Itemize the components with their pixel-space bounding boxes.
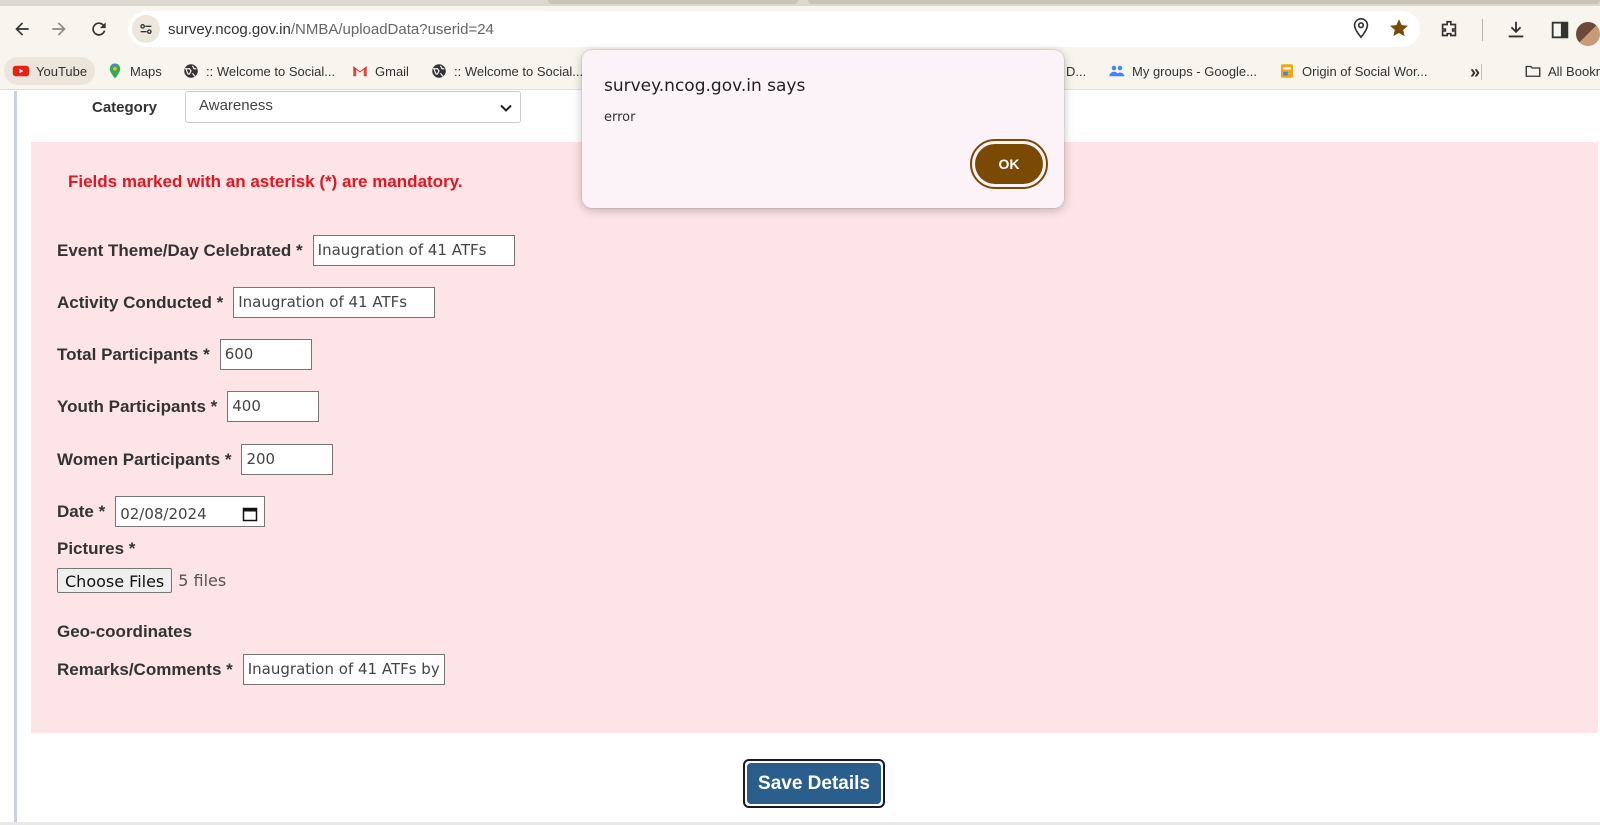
bookmarks-overflow-chevron-icon[interactable]: » — [1470, 62, 1480, 83]
remarks-row: Remarks/Comments * Inaugration of 41 ATF… — [57, 654, 445, 685]
bookmark-youtube[interactable]: YouTube — [4, 57, 96, 85]
event-theme-input[interactable]: Inaugration of 41 ATFs — [312, 235, 515, 266]
chevron-down-icon — [500, 104, 512, 112]
globe-icon — [430, 62, 448, 80]
forward-button[interactable] — [44, 14, 74, 44]
site-settings-icon[interactable] — [132, 15, 160, 43]
alert-dialog: survey.ncog.gov.in says error OK — [582, 50, 1064, 208]
bookmark-gmail[interactable]: Gmail — [343, 57, 417, 85]
bookmark-welcome-social-1[interactable]: :: Welcome to Social... — [174, 57, 343, 85]
mandatory-note: Fields marked with an asterisk (*) are m… — [68, 172, 463, 191]
activity-input[interactable]: Inaugration of 41 ATFs — [233, 287, 436, 318]
bookmark-maps[interactable]: Maps — [98, 57, 170, 85]
profile-avatar[interactable] — [1576, 22, 1600, 46]
choose-files-button[interactable]: Choose Files — [57, 568, 173, 593]
site-favicon — [1278, 62, 1296, 80]
selected-files-note: 5 files — [178, 571, 227, 590]
youtube-icon — [12, 62, 30, 80]
total-participants-row: Total Participants * 600 — [57, 339, 312, 370]
bookmarks-divider — [1481, 64, 1482, 80]
bookmark-star-icon[interactable] — [1388, 17, 1410, 39]
pictures-label: Pictures * — [57, 539, 136, 558]
women-participants-input[interactable]: 200 — [241, 444, 334, 475]
bookmark-welcome-social-2[interactable]: :: Welcome to Social... — [422, 57, 591, 85]
save-details-button[interactable]: Save Details — [747, 763, 881, 804]
calendar-icon[interactable] — [242, 506, 258, 522]
reload-icon — [92, 22, 106, 36]
url-text: survey.ncog.gov.in/NMBA/uploadData?useri… — [168, 21, 494, 38]
dialog-message: error — [604, 110, 636, 125]
address-bar[interactable]: survey.ncog.gov.in/NMBA/uploadData?useri… — [128, 11, 1420, 47]
date-row: Date * 02/08/2024 — [57, 496, 266, 527]
toolbar-divider — [1482, 19, 1483, 41]
back-button[interactable] — [7, 14, 37, 44]
arrow-right-icon — [52, 22, 66, 36]
folder-icon — [1524, 62, 1542, 80]
women-participants-label: Women Participants * — [57, 449, 232, 469]
geo-coordinates-row: Geo-coordinates — [57, 622, 192, 642]
date-value: 02/08/2024 — [120, 505, 207, 523]
globe-icon — [182, 62, 200, 80]
geo-coordinates-label: Geo-coordinates — [57, 622, 193, 641]
remarks-label: Remarks/Comments * — [57, 659, 233, 679]
bookmark-my-groups[interactable]: My groups - Google... — [1100, 57, 1265, 85]
event-theme-row: Event Theme/Day Celebrated * Inaugration… — [57, 235, 515, 266]
extensions-icon[interactable] — [1438, 19, 1460, 41]
remarks-input[interactable]: Inaugration of 41 ATFs by — [242, 654, 445, 685]
women-participants-row: Women Participants * 200 — [57, 444, 334, 475]
left-border — [14, 91, 17, 825]
bookmark-label: :: Welcome to Social... — [454, 63, 584, 79]
location-pin-icon[interactable] — [1350, 17, 1372, 39]
pictures-label-row: Pictures * — [57, 539, 135, 559]
bookmark-label: All Bookmarks — [1548, 63, 1600, 79]
browser-toolbar: survey.ncog.gov.in/NMBA/uploadData?useri… — [0, 6, 1600, 52]
download-icon[interactable] — [1505, 19, 1527, 41]
bookmark-origin-social-work[interactable]: Origin of Social Wor... — [1270, 57, 1435, 85]
ok-button-focus-ring: OK — [970, 139, 1048, 189]
form-panel: Fields marked with an asterisk (*) are m… — [31, 142, 1598, 733]
reload-button[interactable] — [84, 14, 114, 44]
total-participants-label: Total Participants * — [57, 344, 210, 364]
activity-row: Activity Conducted * Inaugration of 41 A… — [57, 287, 436, 318]
bookmark-label: YouTube — [36, 63, 88, 79]
bookmark-label: My groups - Google... — [1132, 63, 1257, 79]
save-button-focus-ring: Save Details — [743, 759, 885, 808]
category-select[interactable]: Awareness — [185, 91, 521, 123]
tab-edge — [808, 0, 1600, 4]
date-input[interactable]: 02/08/2024 — [115, 496, 266, 527]
activity-label: Activity Conducted * — [57, 292, 224, 312]
youth-participants-row: Youth Participants * 400 — [57, 391, 320, 422]
ok-button[interactable]: OK — [975, 144, 1043, 184]
category-selected-value: Awareness — [199, 97, 273, 114]
bookmark-label: D... — [1066, 63, 1087, 79]
total-participants-input[interactable]: 600 — [219, 339, 312, 370]
bookmark-all-bookmarks[interactable]: All Bookmarks — [1516, 57, 1600, 85]
youth-participants-input[interactable]: 400 — [227, 391, 320, 422]
groups-icon — [1108, 62, 1126, 80]
pictures-row: Choose Files 5 files — [57, 568, 226, 593]
youth-participants-label: Youth Participants * — [57, 396, 218, 416]
url-host: survey.ncog.gov.in — [168, 20, 291, 38]
arrow-left-icon — [15, 22, 29, 36]
event-theme-label: Event Theme/Day Celebrated * — [57, 240, 303, 260]
bookmark-label: Gmail — [375, 63, 409, 79]
category-label: Category — [92, 98, 158, 116]
maps-pin-icon — [106, 62, 124, 80]
gmail-icon — [351, 62, 369, 80]
side-panel-icon[interactable] — [1549, 19, 1571, 41]
date-label: Date * — [57, 501, 106, 521]
tab-edge — [548, 0, 798, 4]
url-path: /NMBA/uploadData?userid=24 — [290, 20, 494, 38]
category-row: Category Awareness — [92, 91, 521, 123]
bookmark-label: :: Welcome to Social... — [206, 63, 336, 79]
bookmark-label: Maps — [130, 63, 162, 79]
dialog-title: survey.ncog.gov.in says — [604, 76, 806, 96]
bookmark-label: Origin of Social Wor... — [1302, 63, 1428, 79]
